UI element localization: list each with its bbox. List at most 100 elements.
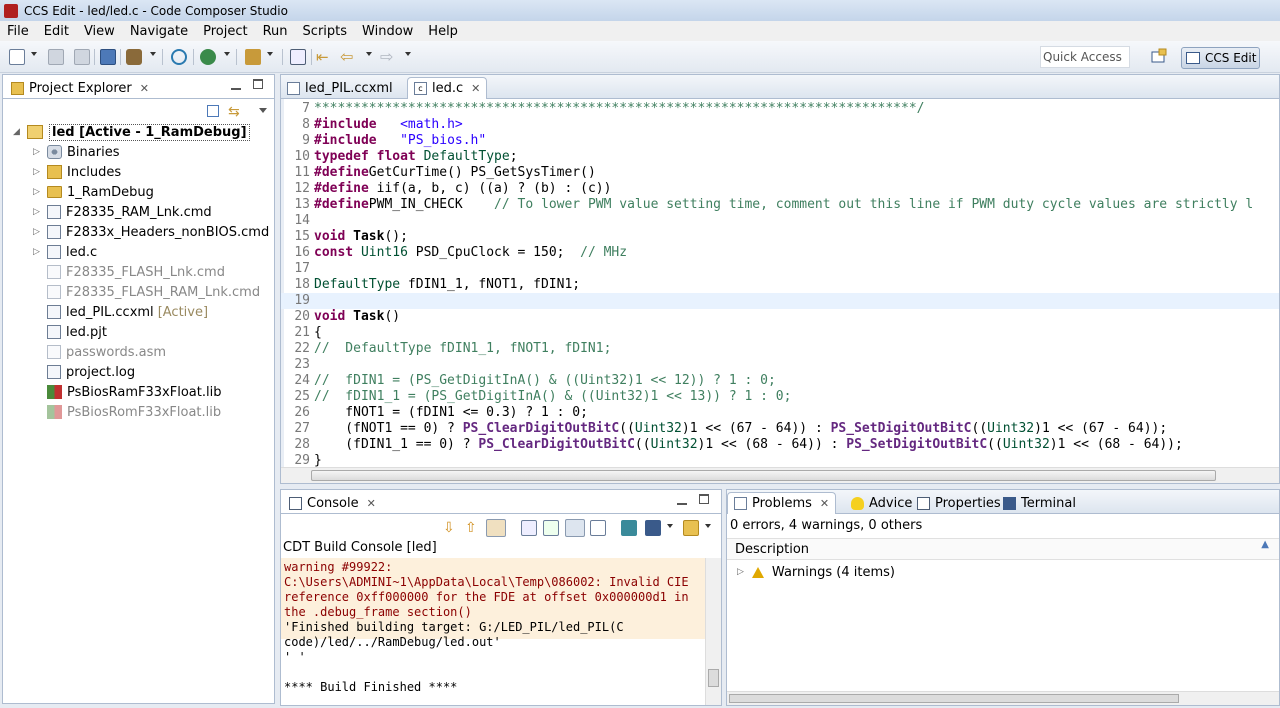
link-icon[interactable] — [486, 519, 506, 537]
last-edit-icon[interactable]: ⇤ — [316, 49, 332, 65]
code-line[interactable]: 22 // DefaultType fDIN1_1, fNOT1, fDIN1; — [281, 341, 1279, 357]
menu-project[interactable]: Project — [196, 24, 255, 39]
debug-dropdown-icon[interactable] — [224, 52, 230, 56]
tab-problems[interactable]: Problems ✕ — [727, 492, 837, 514]
collapsed-arrow-icon[interactable]: ▷ — [737, 567, 744, 577]
menu-window[interactable]: Window — [355, 24, 421, 39]
build-dropdown-icon[interactable] — [150, 52, 156, 56]
warnings-group-row[interactable]: ▷ Warnings (4 items) — [737, 562, 895, 582]
menu-help[interactable]: Help — [421, 24, 466, 39]
next-annotation-icon[interactable]: ⇩ — [443, 520, 459, 536]
toggle-block-icon[interactable] — [290, 49, 306, 65]
tree-item[interactable]: led_PIL.ccxml [Active] — [33, 302, 208, 322]
code-line[interactable]: 15 void Task(); — [281, 229, 1279, 245]
code-line[interactable]: 17 — [281, 261, 1279, 277]
forward-arrow-icon[interactable]: ⇨ — [380, 49, 396, 65]
scrollbar-thumb[interactable] — [311, 470, 1216, 481]
link-with-editor-icon[interactable]: ⇆ — [228, 104, 240, 120]
code-line[interactable]: 24 // fDIN1 = (PS_GetDigitInA() & ((Uint3… — [281, 373, 1279, 389]
collapsed-arrow-icon[interactable]: ▷ — [33, 147, 43, 157]
code-line[interactable]: 8 #include <math.h> — [281, 117, 1279, 133]
minimize-icon[interactable] — [677, 495, 687, 505]
collapse-all-icon[interactable] — [207, 105, 219, 117]
maximize-icon[interactable] — [699, 494, 709, 504]
code-line[interactable]: 29} — [281, 453, 1279, 467]
horizontal-scrollbar[interactable] — [281, 467, 1279, 483]
code-line[interactable]: 21 { — [281, 325, 1279, 341]
tree-item[interactable]: ▷ 1_RamDebug — [33, 182, 154, 202]
code-line[interactable]: 11 #defineGetCurTime() PS_GetSysTimer() — [281, 165, 1279, 181]
copy-icon[interactable] — [521, 520, 537, 536]
pen-icon[interactable] — [245, 49, 261, 65]
open-console-icon[interactable] — [683, 520, 699, 536]
new-icon[interactable] — [9, 49, 25, 65]
tree-item[interactable]: PsBiosRamF33xFloat.lib — [33, 382, 221, 402]
console-settings-icon[interactable] — [543, 520, 559, 536]
code-line[interactable]: 28 (fDIN1_1 == 0) ? PS_ClearDigitOutBitC… — [281, 437, 1279, 453]
quick-access-input[interactable]: Quick Access — [1040, 46, 1130, 68]
scrollbar-thumb[interactable] — [729, 694, 1179, 703]
pen-dropdown-icon[interactable] — [267, 52, 273, 56]
close-icon[interactable]: ✕ — [820, 497, 829, 510]
vertical-scrollbar[interactable] — [705, 558, 721, 705]
code-line[interactable]: 26 fNOT1 = (fDIN1 <= 0.3) ? 1 : 0; — [281, 405, 1279, 421]
tree-item[interactable]: F28335_FLASH_Lnk.cmd — [33, 262, 225, 282]
pin-console-icon[interactable] — [621, 520, 637, 536]
expanded-arrow-icon[interactable]: ◢ — [13, 127, 23, 137]
code-line[interactable]: 18 DefaultType fDIN1_1, fNOT1, fDIN1; — [281, 277, 1279, 293]
save-icon[interactable] — [48, 49, 64, 65]
ccs-edit-perspective-button[interactable]: CCS Edit — [1181, 47, 1260, 69]
minimize-icon[interactable] — [231, 80, 241, 90]
menu-scripts[interactable]: Scripts — [296, 24, 355, 39]
forward-dropdown-icon[interactable] — [405, 52, 411, 56]
code-line[interactable]: 9 #include "PS_bios.h" — [281, 133, 1279, 149]
console-output[interactable]: warning #99922: C:\Users\ADMINI~1\AppData… — [281, 558, 705, 705]
tree-item[interactable]: ▷ F2833x_Headers_nonBIOS.cmd — [33, 222, 269, 242]
search-icon[interactable] — [171, 49, 187, 65]
view-menu-icon[interactable] — [259, 108, 267, 113]
tree-item[interactable]: PsBiosRomF33xFloat.lib — [33, 402, 221, 422]
collapsed-arrow-icon[interactable]: ▷ — [33, 207, 43, 217]
tree-project-led[interactable]: ◢ led [Active - 1_RamDebug] — [13, 122, 250, 142]
code-line[interactable]: 7 ***************************************… — [281, 101, 1279, 117]
code-line[interactable]: 19 — [281, 293, 1279, 309]
tab-properties[interactable]: Properties — [911, 492, 1007, 514]
open-console-dropdown-icon[interactable] — [705, 524, 711, 528]
menu-navigate[interactable]: Navigate — [123, 24, 196, 39]
tree-item[interactable]: ▷ led.c — [33, 242, 97, 262]
close-icon[interactable]: ✕ — [140, 82, 149, 95]
debug-bug-icon[interactable] — [200, 49, 216, 65]
tab-advice[interactable]: Advice — [845, 492, 918, 514]
collapsed-arrow-icon[interactable]: ▷ — [33, 167, 43, 177]
back-dropdown-icon[interactable] — [366, 52, 372, 56]
back-arrow-icon[interactable]: ⇦ — [340, 49, 356, 65]
code-line[interactable]: 12 #define iif(a, b, c) ((a) ? (b) : (c)) — [281, 181, 1279, 197]
collapsed-arrow-icon[interactable]: ▷ — [33, 227, 43, 237]
code-editor[interactable]: 7 ***************************************… — [281, 101, 1279, 467]
code-line[interactable]: 23 — [281, 357, 1279, 373]
close-icon[interactable]: ✕ — [367, 497, 376, 510]
prev-annotation-icon[interactable]: ⇧ — [465, 520, 481, 536]
tab-led-c[interactable]: c led.c ✕ — [407, 77, 488, 99]
collapsed-arrow-icon[interactable]: ▷ — [33, 247, 43, 257]
tree-item[interactable]: ▷ Includes — [33, 162, 121, 182]
new-dropdown-icon[interactable] — [31, 52, 37, 56]
menu-file[interactable]: File — [0, 24, 37, 39]
code-line[interactable]: 20 void Task() — [281, 309, 1279, 325]
menu-view[interactable]: View — [77, 24, 123, 39]
clear-console-icon[interactable] — [590, 520, 606, 536]
tree-item[interactable]: passwords.asm — [33, 342, 166, 362]
tree-item[interactable]: ▷ F28335_RAM_Lnk.cmd — [33, 202, 212, 222]
scroll-lock-icon[interactable] — [565, 519, 585, 537]
tree-item[interactable]: project.log — [33, 362, 135, 382]
display-dropdown-icon[interactable] — [667, 524, 673, 528]
tab-console[interactable]: Console ✕ — [283, 492, 382, 514]
debug-icon[interactable] — [100, 49, 116, 65]
menu-edit[interactable]: Edit — [37, 24, 77, 39]
maximize-icon[interactable] — [253, 79, 263, 89]
save-all-icon[interactable] — [74, 49, 90, 65]
close-icon[interactable]: ✕ — [471, 82, 480, 95]
tree-item[interactable]: led.pjt — [33, 322, 107, 342]
column-header-description[interactable]: Description ▲ — [727, 538, 1279, 560]
open-perspective-icon[interactable] — [1150, 48, 1168, 66]
